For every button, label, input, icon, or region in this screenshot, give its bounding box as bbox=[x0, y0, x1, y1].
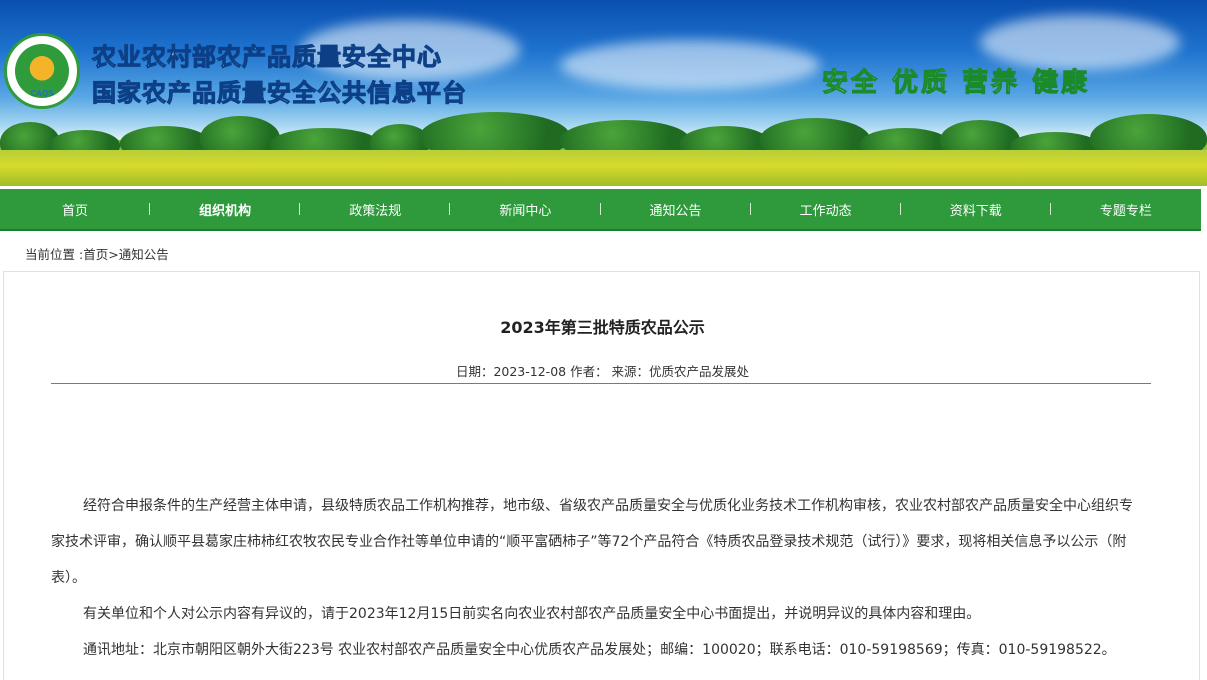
article-paragraph: 有关单位和个人对公示内容有异议的，请于2023年12月15日前实名向农业农村部农… bbox=[83, 606, 981, 622]
nav-item-home[interactable]: 首页 bbox=[0, 188, 151, 230]
article-container: 2023年第三批特质农品公示 日期：2023-12-08 作者： 来源：优质农产… bbox=[3, 271, 1200, 680]
article-paragraph: 经符合申报条件的生产经营主体申请，县级特质农品工作机构推荐，地市级、省级农产品质… bbox=[51, 498, 1133, 586]
platform-name: 国家农产品质量安全公共信息平台 bbox=[92, 79, 467, 108]
slogan: 安全 优质 营养 健康 bbox=[821, 68, 1091, 99]
nav-item-label: 通知公告 bbox=[649, 203, 702, 219]
site-banner: CAQS 农业农村部农产品质量安全中心 国家农产品质量安全公共信息平台 安全 优… bbox=[0, 0, 1207, 186]
nav-item-news[interactable]: 新闻中心 bbox=[450, 188, 601, 230]
nav-item-label: 新闻中心 bbox=[499, 203, 552, 219]
nav-item-label: 首页 bbox=[62, 203, 89, 219]
nav-item-policy[interactable]: 政策法规 bbox=[300, 188, 451, 230]
nav-item-label: 组织机构 bbox=[199, 203, 252, 219]
main-nav: 首页 组织机构 政策法规 新闻中心 通知公告 工作动态 资料下载 专题专栏 bbox=[0, 189, 1201, 231]
nav-item-work-updates[interactable]: 工作动态 bbox=[751, 188, 901, 230]
nav-item-label: 资料下载 bbox=[949, 203, 1002, 219]
breadcrumb-separator: > bbox=[108, 247, 119, 262]
title-divider bbox=[51, 383, 1151, 384]
caqs-logo[interactable]: CAQS bbox=[4, 33, 80, 109]
org-name: 农业农村部农产品质量安全中心 bbox=[92, 43, 442, 72]
article-body: 经符合申报条件的生产经营主体申请，县级特质农品工作机构推荐，地市级、省级农产品质… bbox=[51, 488, 1146, 668]
nav-item-special-topics[interactable]: 专题专栏 bbox=[1051, 188, 1201, 230]
logo-text: CAQS bbox=[30, 89, 54, 98]
nav-item-downloads[interactable]: 资料下载 bbox=[901, 188, 1052, 230]
nav-item-label: 专题专栏 bbox=[1099, 203, 1152, 219]
breadcrumb-home-link[interactable]: 首页 bbox=[83, 247, 108, 262]
nav-item-notices[interactable]: 通知公告 bbox=[601, 188, 751, 230]
nav-item-label: 工作动态 bbox=[799, 203, 852, 219]
rapeseed-field bbox=[0, 150, 1207, 186]
nav-item-label: 政策法规 bbox=[349, 203, 402, 219]
breadcrumb-prefix: 当前位置 : bbox=[25, 247, 84, 262]
breadcrumb-current-link[interactable]: 通知公告 bbox=[119, 247, 169, 262]
article-paragraph: 通讯地址：北京市朝阳区朝外大街223号 农业农村部农产品质量安全中心优质农产品发… bbox=[83, 642, 1116, 658]
article-meta: 日期：2023-12-08 作者： 来源：优质农产品发展处 bbox=[455, 364, 750, 379]
breadcrumb: 当前位置 :首页>通知公告 bbox=[25, 244, 169, 263]
article-title: 2023年第三批特质农品公示 bbox=[500, 318, 705, 337]
nav-item-organization[interactable]: 组织机构 bbox=[150, 188, 301, 230]
cloud-decoration bbox=[560, 40, 820, 90]
